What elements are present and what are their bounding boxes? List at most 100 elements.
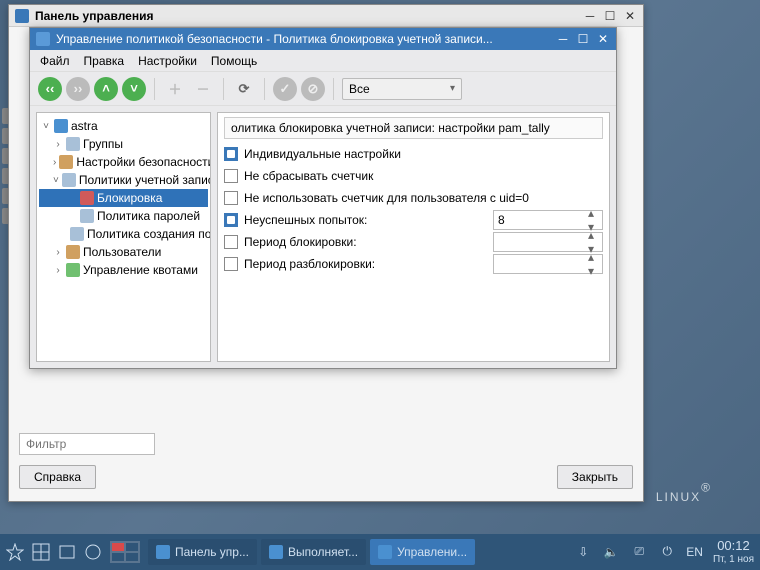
close-icon[interactable]: ✕ <box>623 9 637 23</box>
remove-icon: － <box>191 77 215 101</box>
checkbox[interactable] <box>224 169 238 183</box>
brand-watermark: LINUX® <box>656 477 712 508</box>
nav-forward-icon: ›› <box>66 77 90 101</box>
tree-item-security[interactable]: › Настройки безопасности <box>39 153 208 171</box>
close-button[interactable]: Закрыть <box>557 465 633 489</box>
task-label: Выполняет... <box>288 545 358 559</box>
task-label: Панель упр... <box>175 545 249 559</box>
security-policy-window: Управление политикой безопасности - Поли… <box>29 27 617 369</box>
taskbar-task[interactable]: Управлени... <box>370 539 475 565</box>
option-no_reset: Не сбрасывать счетчик <box>224 165 603 187</box>
collapse-icon[interactable]: ˅ <box>41 121 51 131</box>
inner-title-text: Управление политикой безопасности - Поли… <box>56 32 550 46</box>
add-icon: ＋ <box>163 77 187 101</box>
minimize-icon[interactable]: ─ <box>583 9 597 23</box>
option-label: Не использовать счетчик для пользователя… <box>244 191 529 205</box>
checkbox[interactable] <box>224 257 238 271</box>
option-label: Период блокировки: <box>244 235 357 249</box>
close-icon[interactable]: ✕ <box>596 32 610 46</box>
quota-icon <box>66 263 80 277</box>
collapse-icon[interactable]: ˅ <box>53 175 59 185</box>
start-icon[interactable] <box>6 543 24 561</box>
computer-icon <box>54 119 68 133</box>
creation-policy-icon <box>70 227 84 241</box>
system-tray: ⇩ 🔈 ⎚ ⏻ EN 00:12 Пт, 1 ноя <box>574 539 754 564</box>
checkbox[interactable] <box>224 147 238 161</box>
detail-header: олитика блокировка учетной записи: настр… <box>224 117 603 139</box>
inner-titlebar[interactable]: Управление политикой безопасности - Поли… <box>30 28 616 50</box>
minimize-icon[interactable]: ─ <box>556 32 570 46</box>
control-panel-window: Панель управления ─ ☐ ✕ Справка Закрыть … <box>8 4 644 502</box>
spin-input[interactable]: 8▴▾ <box>493 210 603 230</box>
nav-down-icon[interactable]: ˅ <box>122 77 146 101</box>
option-fail_attempts: Неуспешных попыток: 8▴▾ <box>224 209 603 231</box>
network-icon[interactable]: ⎚ <box>630 543 648 561</box>
option-individual: Индивидуальные настройки <box>224 143 603 165</box>
option-unlock_period: Период разблокировки: ▴▾ <box>224 253 603 275</box>
tree-item-blocking[interactable]: Блокировка <box>39 189 208 207</box>
menu-settings[interactable]: Настройки <box>138 54 197 68</box>
policies-icon <box>62 173 76 187</box>
tree-item-quotas[interactable]: › Управление квотами <box>39 261 208 279</box>
spin-input[interactable]: ▴▾ <box>493 232 603 252</box>
spinner-buttons[interactable]: ▴▾ <box>588 250 600 278</box>
users-icon <box>66 245 80 259</box>
menubar: Файл Правка Настройки Помощь <box>30 50 616 72</box>
usb-icon[interactable]: ⇩ <box>574 543 592 561</box>
outer-titlebar[interactable]: Панель управления ─ ☐ ✕ <box>9 5 643 27</box>
cancel-icon: ⊘ <box>301 77 325 101</box>
browser-icon[interactable] <box>84 543 102 561</box>
nav-back-icon[interactable]: ‹‹ <box>38 77 62 101</box>
taskbar: Панель упр... Выполняет... Управлени... ⇩ … <box>0 534 760 570</box>
menu-help[interactable]: Помощь <box>211 54 257 68</box>
power-icon[interactable]: ⏻ <box>658 543 676 561</box>
expand-icon[interactable]: › <box>53 265 63 275</box>
keyboard-lang[interactable]: EN <box>686 545 703 559</box>
filter-combo[interactable]: Все ▾ <box>342 78 462 100</box>
taskbar-task[interactable]: Выполняет... <box>261 539 366 565</box>
outer-title-text: Панель управления <box>35 9 153 23</box>
task-label: Управлени... <box>397 545 467 559</box>
option-lock_period: Период блокировки: ▴▾ <box>224 231 603 253</box>
app-icon <box>36 32 50 46</box>
help-button[interactable]: Справка <box>19 465 96 489</box>
nav-up-icon[interactable]: ˄ <box>94 77 118 101</box>
option-label: Неуспешных попыток: <box>244 213 367 227</box>
tree-root[interactable]: ˅ astra <box>39 117 208 135</box>
maximize-icon[interactable]: ☐ <box>603 9 617 23</box>
filter-combo-value: Все <box>349 82 370 96</box>
checkbox[interactable] <box>224 235 238 249</box>
checkbox[interactable] <box>224 213 238 227</box>
apply-icon: ✓ <box>273 77 297 101</box>
menu-edit[interactable]: Правка <box>84 54 125 68</box>
taskbar-task[interactable]: Панель упр... <box>148 539 257 565</box>
clock[interactable]: 00:12 Пт, 1 ноя <box>713 539 754 564</box>
detail-pane: олитика блокировка учетной записи: настр… <box>217 112 610 362</box>
expand-icon[interactable]: › <box>53 247 63 257</box>
checkbox[interactable] <box>224 191 238 205</box>
workspaces-icon[interactable] <box>32 543 50 561</box>
option-uid0: Не использовать счетчик для пользователя… <box>224 187 603 209</box>
expand-icon[interactable]: › <box>53 157 56 167</box>
tree-item-account-policies[interactable]: ˅ Политики учетной записи <box>39 171 208 189</box>
tree-item-users[interactable]: › Пользователи <box>39 243 208 261</box>
workspace-pager[interactable] <box>110 541 140 563</box>
refresh-icon[interactable]: ⟳ <box>232 77 256 101</box>
spin-input[interactable]: ▴▾ <box>493 254 603 274</box>
filter-input[interactable] <box>19 433 155 455</box>
option-label: Индивидуальные настройки <box>244 147 401 161</box>
volume-icon[interactable]: 🔈 <box>602 543 620 561</box>
maximize-icon[interactable]: ☐ <box>576 32 590 46</box>
task-icon <box>156 545 170 559</box>
security-icon <box>59 155 73 169</box>
option-label: Период разблокировки: <box>244 257 375 271</box>
tree-item-password-policy[interactable]: Политика паролей <box>39 207 208 225</box>
app-icon <box>15 9 29 23</box>
tree-item-groups[interactable]: › Группы <box>39 135 208 153</box>
tree-item-creation-policy[interactable]: Политика создания пол... <box>39 225 208 243</box>
option-label: Не сбрасывать счетчик <box>244 169 373 183</box>
menu-file[interactable]: Файл <box>40 54 70 68</box>
expand-icon[interactable]: › <box>53 139 63 149</box>
files-icon[interactable] <box>58 543 76 561</box>
groups-icon <box>66 137 80 151</box>
